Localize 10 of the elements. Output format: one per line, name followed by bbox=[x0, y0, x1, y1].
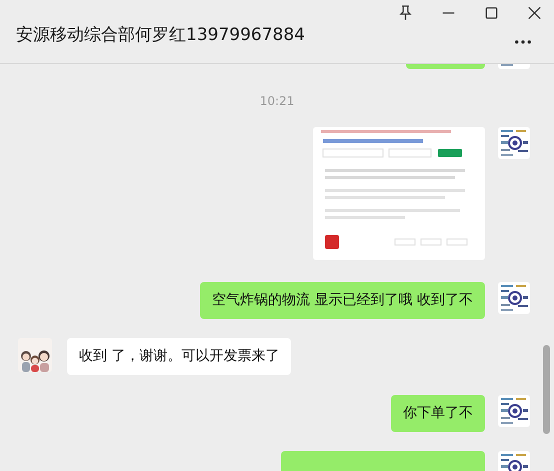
more-icon[interactable] bbox=[514, 40, 532, 44]
message-bubble: 收到 了，谢谢。可以开发票来了 bbox=[67, 338, 292, 375]
message-bubble: 你下单了不 bbox=[391, 395, 485, 432]
timestamp: 10:21 bbox=[260, 94, 294, 108]
scrollbar[interactable] bbox=[543, 345, 550, 434]
pin-icon[interactable] bbox=[398, 5, 413, 21]
message-bubble: 空气炸锅的物流 显示已经到了哦 收到了不 bbox=[200, 282, 485, 319]
chat-title: 安源移动综合部何罗红13979967884 bbox=[16, 24, 305, 46]
close-icon[interactable] bbox=[527, 5, 542, 21]
maximize-icon[interactable] bbox=[484, 5, 499, 21]
